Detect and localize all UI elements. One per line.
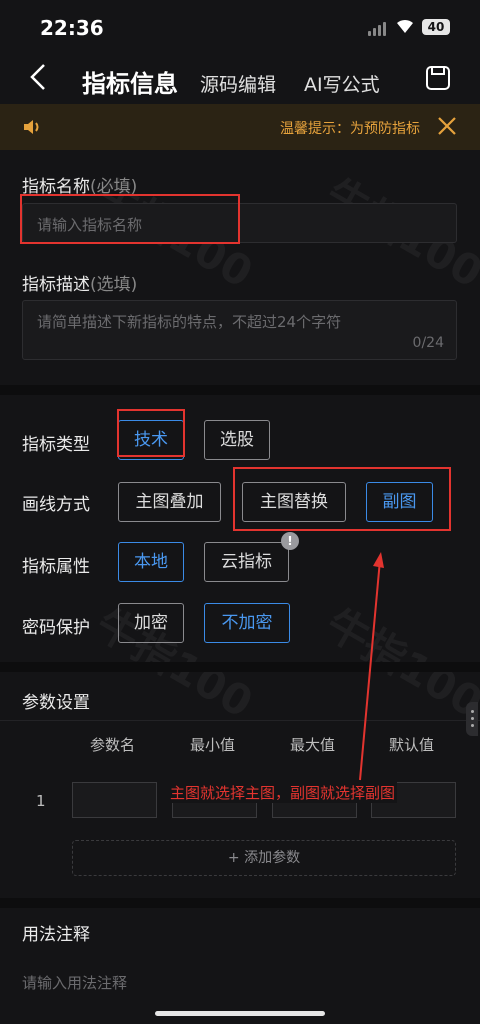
section-divider [0,898,480,908]
tab-ai-formula[interactable]: AI写公式 [304,70,380,97]
signal-icon [368,22,390,36]
highlight-name [20,194,240,244]
attr-option-cloud[interactable]: 云指标 [204,542,289,582]
notice-text: 温馨提示：为预防指标 [280,121,420,137]
annotation-arrow [359,552,384,781]
col-header-min: 最小值 [190,736,236,754]
desc-label: 指标描述(选填) [22,270,137,295]
desc-optional-hint: (选填) [90,275,138,295]
status-time: 22:36 [40,16,104,40]
attr-label: 指标属性 [22,557,90,577]
wifi-icon [396,18,414,34]
info-icon[interactable]: ! [281,532,299,550]
type-option-select[interactable]: 选股 [204,420,270,460]
type-label: 指标类型 [22,435,90,455]
params-title: 参数设置 [22,693,90,713]
highlight-draw [233,467,451,531]
usage-title: 用法注释 [22,925,90,945]
desc-counter: 0/24 [412,335,444,351]
usage-input[interactable]: 请输入用法注释 [22,972,127,993]
home-indicator [155,1011,325,1016]
pwd-label: 密码保护 [22,618,90,638]
add-param-button[interactable]: + 添加参数 [72,840,456,876]
attr-option-local[interactable]: 本地 [118,542,184,582]
pwd-option-encrypt[interactable]: 加密 [118,603,184,643]
page-title: 指标信息 [82,70,178,98]
col-header-name: 参数名 [90,736,136,754]
battery-indicator: 40 [422,19,450,35]
section-divider [0,385,480,395]
param-name-input[interactable] [72,782,157,818]
section-divider [0,662,480,672]
col-header-max: 最大值 [290,736,336,754]
close-notice-button[interactable] [436,115,458,137]
chevron-left-icon [30,64,45,90]
desc-input[interactable]: 请简单描述下新指标的特点，不超过24个字符 0/24 [22,300,457,360]
close-icon [438,117,456,135]
draw-option-overlay[interactable]: 主图叠加 [118,482,221,522]
drag-handle-icon[interactable] [466,702,478,736]
save-icon [426,66,450,90]
tab-source-edit[interactable]: 源码编辑 [200,70,276,97]
row-index: 1 [36,792,46,810]
pwd-option-none[interactable]: 不加密 [204,603,290,643]
speaker-icon [22,117,44,137]
highlight-type [117,409,185,457]
draw-label: 画线方式 [22,495,90,515]
divider [0,720,480,721]
desc-placeholder: 请简单描述下新指标的特点，不超过24个字符 [37,313,342,331]
desc-label-text: 指标描述 [22,275,90,295]
back-button[interactable] [26,62,50,92]
save-button[interactable] [425,65,451,91]
